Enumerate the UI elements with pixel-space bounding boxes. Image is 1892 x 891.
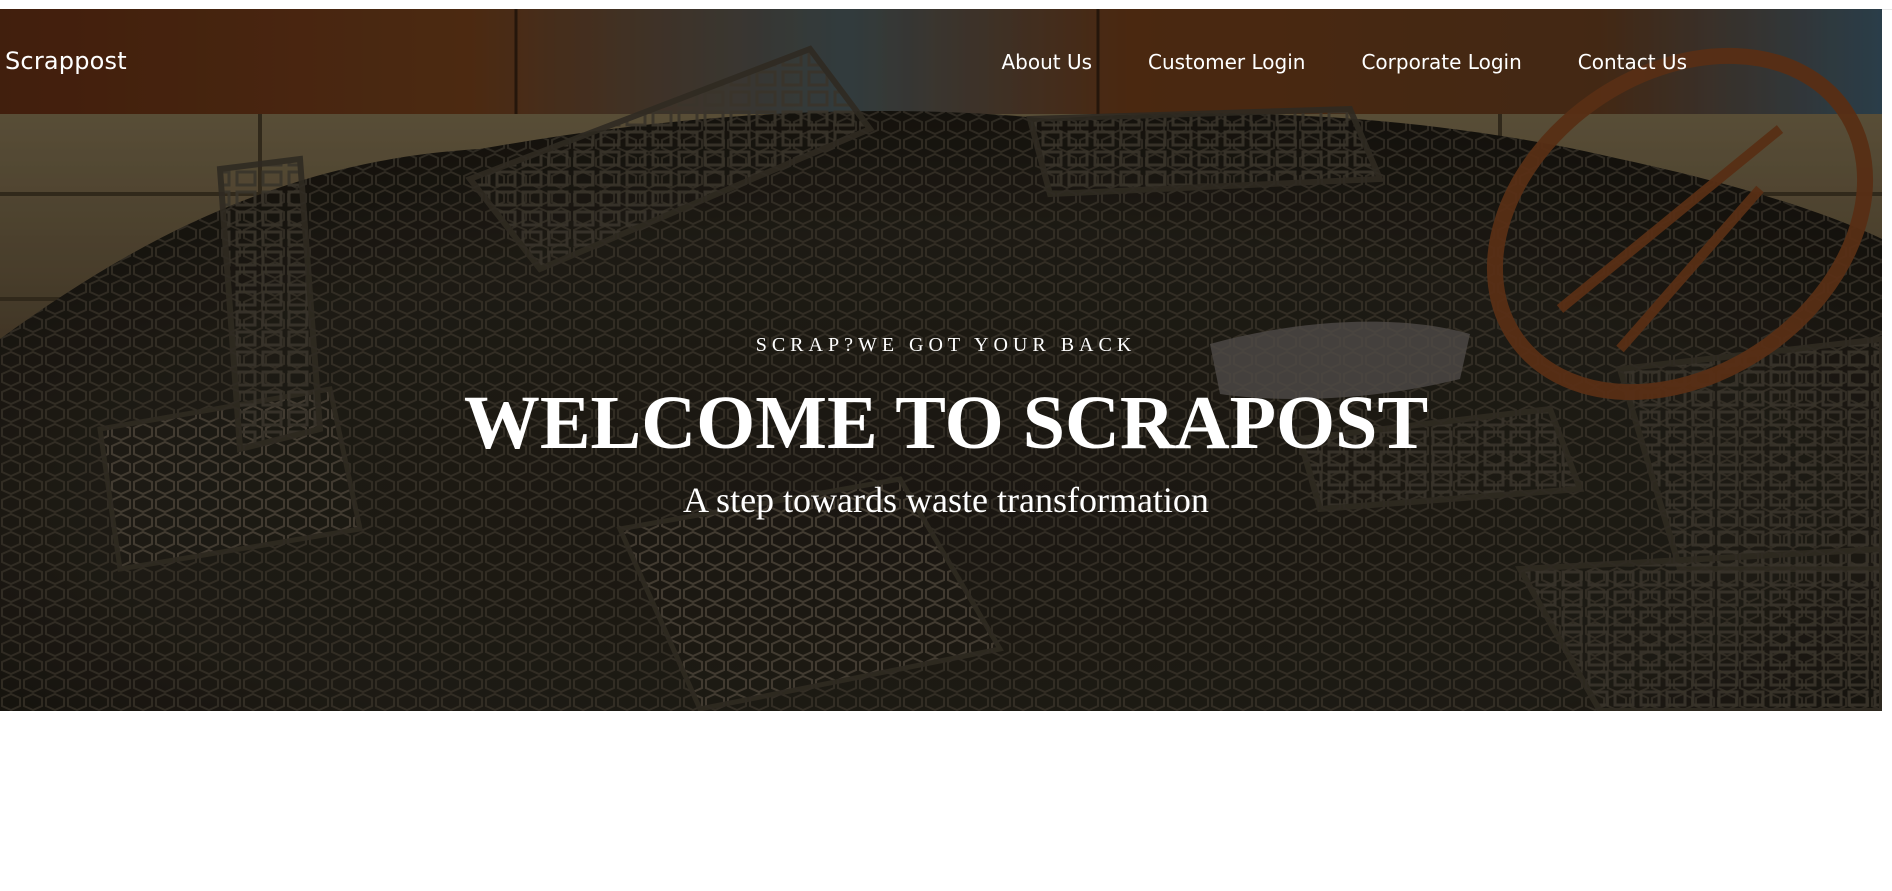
nav-corporate-login-link[interactable]: Corporate Login bbox=[1361, 50, 1521, 74]
hero-subtitle: A step towards waste transformation bbox=[683, 480, 1209, 520]
brand-logo-link[interactable]: Scrappost bbox=[5, 47, 127, 75]
nav-contact-us-link[interactable]: Contact Us bbox=[1578, 50, 1687, 74]
hero-eyebrow-text: SCRAP?WE GOT YOUR BACK bbox=[755, 334, 1137, 356]
nav-about-us-link[interactable]: About Us bbox=[1001, 50, 1092, 74]
hero-title: WELCOME TO SCRAPOST bbox=[463, 381, 1429, 465]
top-navbar: Scrappost About Us Customer Login Corpor… bbox=[0, 9, 1882, 119]
nav-links: About Us Customer Login Corporate Login … bbox=[1001, 50, 1687, 74]
nav-customer-login-link[interactable]: Customer Login bbox=[1148, 50, 1305, 74]
